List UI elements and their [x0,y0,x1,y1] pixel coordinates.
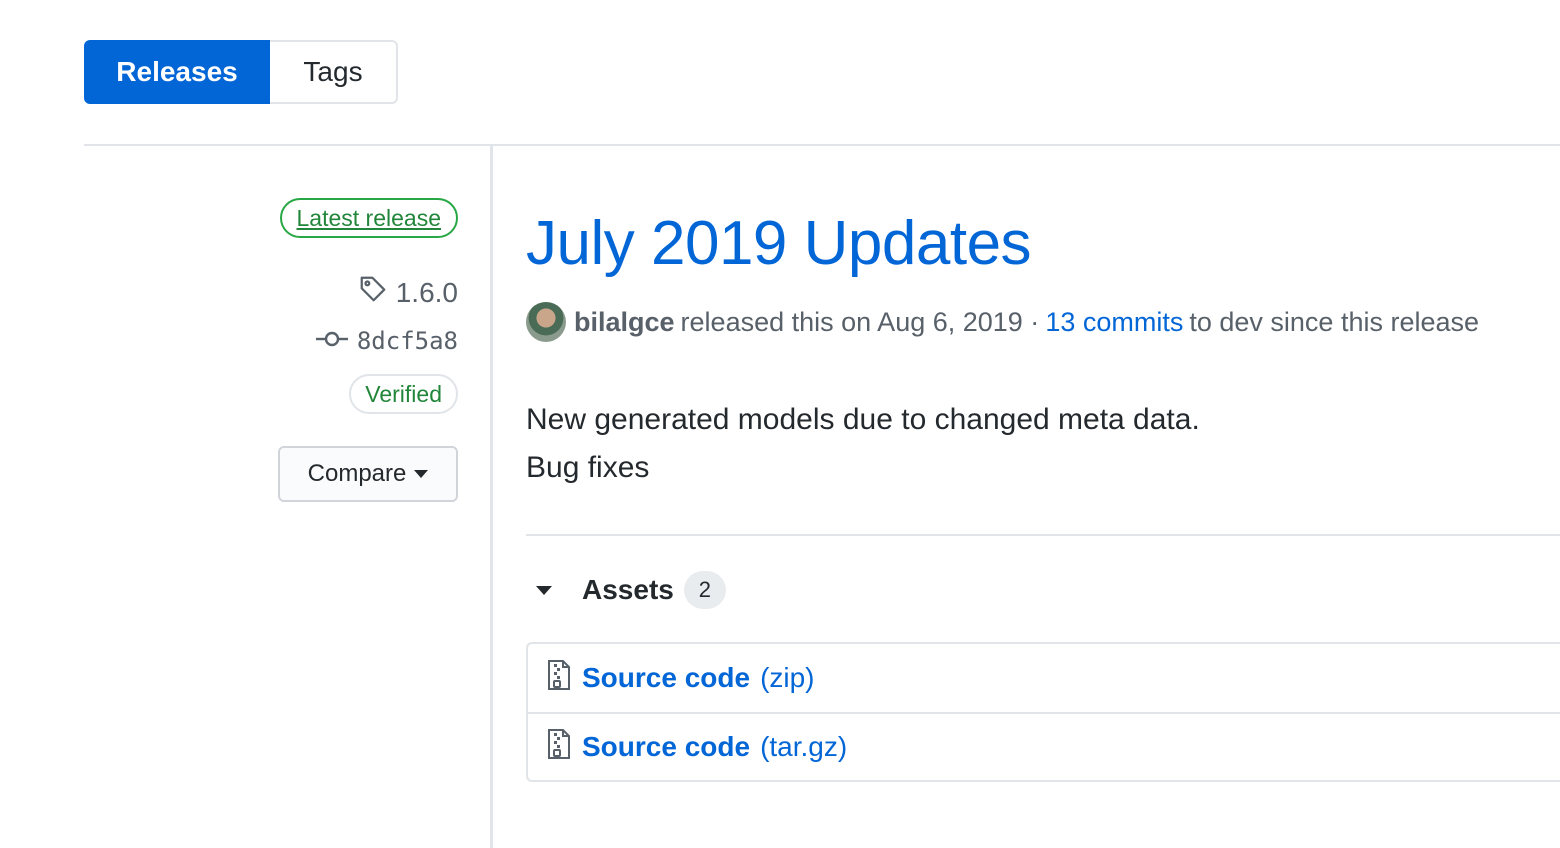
file-zip-icon [546,728,572,767]
asset-row[interactable]: Source code (tar.gz) [528,712,1560,780]
asset-ext[interactable]: (tar.gz) [760,731,847,763]
release-byline: bilalgce released this on Aug 6, 2019 · … [526,302,1479,342]
timeline-divider [490,146,493,848]
release-page: Releases Tags Latest release 1.6.0 8dcf5… [0,0,1560,848]
compare-button[interactable]: Compare [278,446,458,502]
release-tabnav: Releases Tags [84,40,398,104]
tab-tags[interactable]: Tags [270,40,398,104]
tag-icon [358,274,388,311]
commit-sha: 8dcf5a8 [356,327,458,355]
assets-header[interactable]: Assets 2 [526,570,726,610]
file-zip-icon [546,659,572,698]
asset-ext[interactable]: (zip) [760,662,814,694]
released-text: released this on Aug 6, 2019 · [680,306,1040,337]
asset-name[interactable]: Source code [582,662,750,694]
assets-list: Source code (zip) Source code (tar.gz) [526,642,1560,782]
avatar[interactable] [526,302,566,342]
asset-row[interactable]: Source code (zip) [528,644,1560,712]
latest-release-badge[interactable]: Latest release [279,198,458,238]
divider [84,144,1560,146]
release-note-line: New generated models due to changed meta… [526,403,1200,436]
assets-count: 2 [683,571,726,609]
verified-badge[interactable]: Verified [349,374,458,414]
divider [526,534,1560,536]
tag-link[interactable]: 1.6.0 [358,274,458,311]
triangle-down-icon[interactable] [536,585,552,595]
release-title[interactable]: July 2019 Updates [526,208,1032,279]
tab-releases[interactable]: Releases [84,40,270,104]
compare-label: Compare [307,460,407,487]
release-notes: New generated models due to changed meta… [526,396,1200,492]
asset-name[interactable]: Source code [582,731,750,763]
commits-link[interactable]: 13 commits [1045,307,1183,338]
release-note-line: Bug fixes [526,451,650,484]
commit-link[interactable]: 8dcf5a8 [315,327,458,355]
commits-suffix: to dev since this release [1189,306,1480,337]
chevron-down-icon [414,470,429,478]
tag-name: 1.6.0 [395,276,458,308]
git-commit-icon [315,327,349,355]
author-link[interactable]: bilalgce [574,307,675,338]
assets-label: Assets [582,574,674,605]
